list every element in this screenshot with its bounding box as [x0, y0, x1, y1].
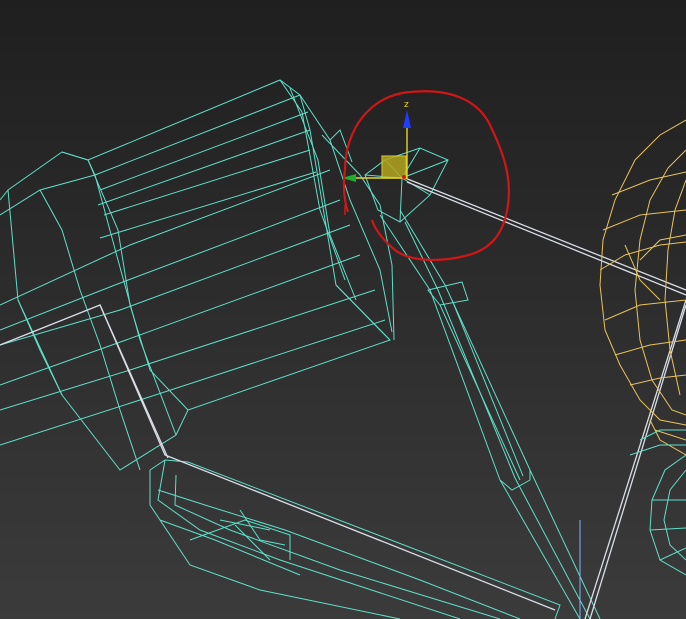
z-axis-label: z — [404, 100, 409, 110]
3d-viewport[interactable]: z — [0, 0, 686, 619]
xy-plane-handle[interactable] — [381, 155, 407, 179]
viewport-scene[interactable]: z — [0, 0, 686, 619]
x-axis-pivot-icon[interactable] — [402, 175, 406, 179]
